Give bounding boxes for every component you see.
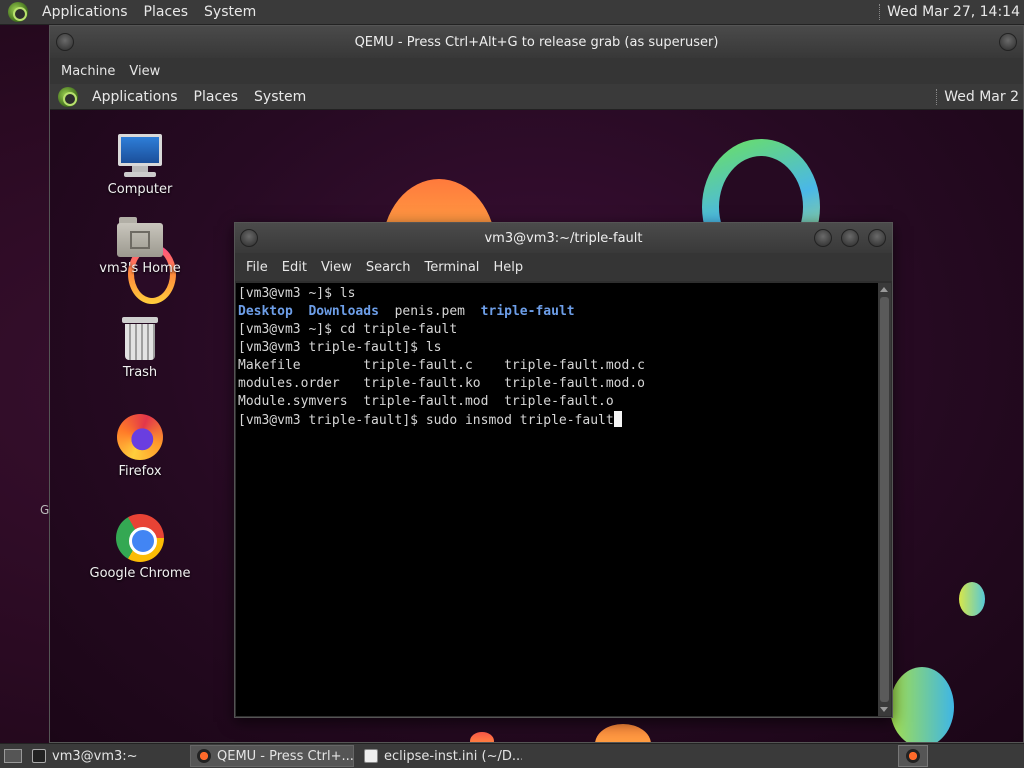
terminal-output[interactable]: [vm3@vm3 ~]$ ls Desktop Downloads penis.p… bbox=[236, 283, 879, 716]
tray-qemu-button[interactable] bbox=[898, 745, 928, 767]
guest-mate-logo-icon[interactable] bbox=[58, 86, 78, 107]
taskbar-item-label: vm3@vm3:~ bbox=[52, 748, 138, 764]
qemu-menu-machine[interactable]: Machine bbox=[54, 64, 122, 79]
host-menu-places[interactable]: Places bbox=[136, 4, 197, 20]
terminal-cursor bbox=[613, 411, 622, 427]
taskbar-item-editor[interactable]: eclipse-inst.ini (~/D... bbox=[358, 745, 522, 767]
desktop-icon-chrome[interactable]: Google Chrome bbox=[85, 514, 195, 581]
desktop-icon-label: Google Chrome bbox=[89, 566, 191, 581]
terminal-file-entry: penis.pem bbox=[394, 304, 466, 319]
terminal-line: [vm3@vm3 ~]$ cd triple-fault bbox=[238, 322, 458, 337]
home-folder-icon bbox=[117, 217, 163, 257]
terminal-menubar: File Edit View Search Terminal Help bbox=[235, 253, 892, 281]
guest-menu-applications[interactable]: Applications bbox=[84, 89, 186, 105]
terminal-command-line: [vm3@vm3 triple-fault]$ sudo insmod trip… bbox=[238, 413, 614, 428]
scroll-down-arrow-icon[interactable] bbox=[880, 707, 888, 712]
text-editor-icon bbox=[364, 749, 378, 763]
panel-separator bbox=[879, 4, 881, 20]
terminal-menu-terminal[interactable]: Terminal bbox=[417, 260, 486, 275]
terminal-dir-entry: Downloads bbox=[308, 304, 379, 319]
terminal-window: vm3@vm3:~/triple-fault File Edit View Se… bbox=[234, 222, 893, 718]
wallpaper-bottom-blob bbox=[595, 724, 651, 742]
terminal-line: Desktop Downloads penis.pem triple-fault bbox=[238, 303, 877, 321]
mate-logo-icon[interactable] bbox=[8, 2, 28, 22]
qemu-menubar: Machine View bbox=[50, 58, 1023, 84]
taskbar-item-terminal[interactable]: vm3@vm3:~ bbox=[26, 745, 186, 767]
desktop-icon-trash[interactable]: Trash bbox=[85, 317, 195, 380]
chrome-icon bbox=[116, 514, 164, 562]
qemu-window-title: QEMU - Press Ctrl+Alt+G to release grab … bbox=[354, 34, 719, 50]
terminal-menu-search[interactable]: Search bbox=[359, 260, 418, 275]
desktop-icon-label: vm3's Home bbox=[99, 261, 181, 276]
terminal-window-title: vm3@vm3:~/triple-fault bbox=[484, 230, 643, 246]
terminal-line: [vm3@vm3 triple-fault]$ ls bbox=[238, 340, 442, 355]
qemu-icon bbox=[197, 749, 211, 763]
terminal-menu-file[interactable]: File bbox=[239, 260, 275, 275]
terminal-dir-entry: triple-fault bbox=[480, 304, 575, 319]
taskbar-item-label: QEMU - Press Ctrl+... bbox=[217, 748, 354, 764]
show-desktop-icon[interactable] bbox=[4, 749, 22, 763]
taskbar-item-qemu[interactable]: QEMU - Press Ctrl+... bbox=[190, 745, 354, 767]
desktop-icon-home[interactable]: vm3's Home bbox=[85, 217, 195, 276]
guest-menu-places[interactable]: Places bbox=[186, 89, 247, 105]
qemu-tray-icon bbox=[906, 749, 920, 763]
terminal-dir-entry: Desktop bbox=[238, 304, 293, 319]
desktop-icon-label: Trash bbox=[122, 365, 158, 380]
host-top-panel: Applications Places System Wed Mar 27, 1… bbox=[0, 0, 1024, 25]
terminal-close-button[interactable] bbox=[868, 229, 886, 247]
terminal-scrollbar[interactable] bbox=[878, 283, 891, 716]
terminal-line: [vm3@vm3 triple-fault]$ sudo insmod trip… bbox=[238, 411, 877, 430]
computer-icon bbox=[116, 134, 164, 178]
taskbar-item-label: eclipse-inst.ini (~/D... bbox=[384, 748, 522, 764]
guest-menu-system[interactable]: System bbox=[246, 89, 314, 105]
terminal-line: Makefile triple-fault.c triple-fault.mod… bbox=[238, 358, 645, 373]
host-menu-applications[interactable]: Applications bbox=[34, 4, 136, 20]
qemu-titlebar[interactable]: QEMU - Press Ctrl+Alt+G to release grab … bbox=[50, 26, 1023, 58]
host-desktop-partial-label: G bbox=[40, 503, 50, 517]
host-clock[interactable]: Wed Mar 27, 14:14 bbox=[887, 4, 1024, 20]
firefox-icon bbox=[117, 414, 163, 460]
wallpaper-red-blob bbox=[470, 732, 494, 742]
qemu-window: QEMU - Press Ctrl+Alt+G to release grab … bbox=[49, 25, 1024, 743]
terminal-icon bbox=[32, 749, 46, 763]
terminal-menu-help[interactable]: Help bbox=[486, 260, 530, 275]
terminal-window-menu-button[interactable] bbox=[240, 229, 258, 247]
guest-panel-separator bbox=[936, 88, 938, 105]
guest-display[interactable]: Applications Places System Wed Mar 2 Com… bbox=[50, 84, 1023, 742]
scroll-up-arrow-icon[interactable] bbox=[880, 287, 888, 292]
desktop-icon-label: Computer bbox=[107, 182, 173, 197]
terminal-menu-view[interactable]: View bbox=[314, 260, 359, 275]
desktop-icon-label: Firefox bbox=[118, 464, 162, 479]
host-taskbar: vm3@vm3:~ QEMU - Press Ctrl+... eclipse-… bbox=[0, 743, 1024, 768]
guest-clock[interactable]: Wed Mar 2 bbox=[944, 89, 1023, 105]
terminal-line: [vm3@vm3 ~]$ ls bbox=[238, 286, 356, 301]
terminal-line: modules.order triple-fault.ko triple-fau… bbox=[238, 376, 645, 391]
qemu-window-menu-button[interactable] bbox=[56, 33, 74, 51]
guest-top-panel: Applications Places System Wed Mar 2 bbox=[50, 84, 1023, 110]
terminal-minimize-button[interactable] bbox=[814, 229, 832, 247]
terminal-line: Module.symvers triple-fault.mod triple-f… bbox=[238, 394, 614, 409]
desktop-icon-computer[interactable]: Computer bbox=[85, 134, 195, 197]
terminal-maximize-button[interactable] bbox=[841, 229, 859, 247]
terminal-titlebar[interactable]: vm3@vm3:~/triple-fault bbox=[235, 223, 892, 253]
wallpaper-green-blob bbox=[890, 667, 954, 742]
terminal-menu-edit[interactable]: Edit bbox=[275, 260, 314, 275]
host-menu-system[interactable]: System bbox=[196, 4, 264, 20]
scrollbar-thumb[interactable] bbox=[880, 297, 889, 702]
trash-icon bbox=[120, 317, 160, 361]
qemu-close-button[interactable] bbox=[999, 33, 1017, 51]
qemu-menu-view[interactable]: View bbox=[122, 64, 167, 79]
wallpaper-small-blob bbox=[959, 582, 985, 616]
desktop-icon-firefox[interactable]: Firefox bbox=[85, 414, 195, 479]
